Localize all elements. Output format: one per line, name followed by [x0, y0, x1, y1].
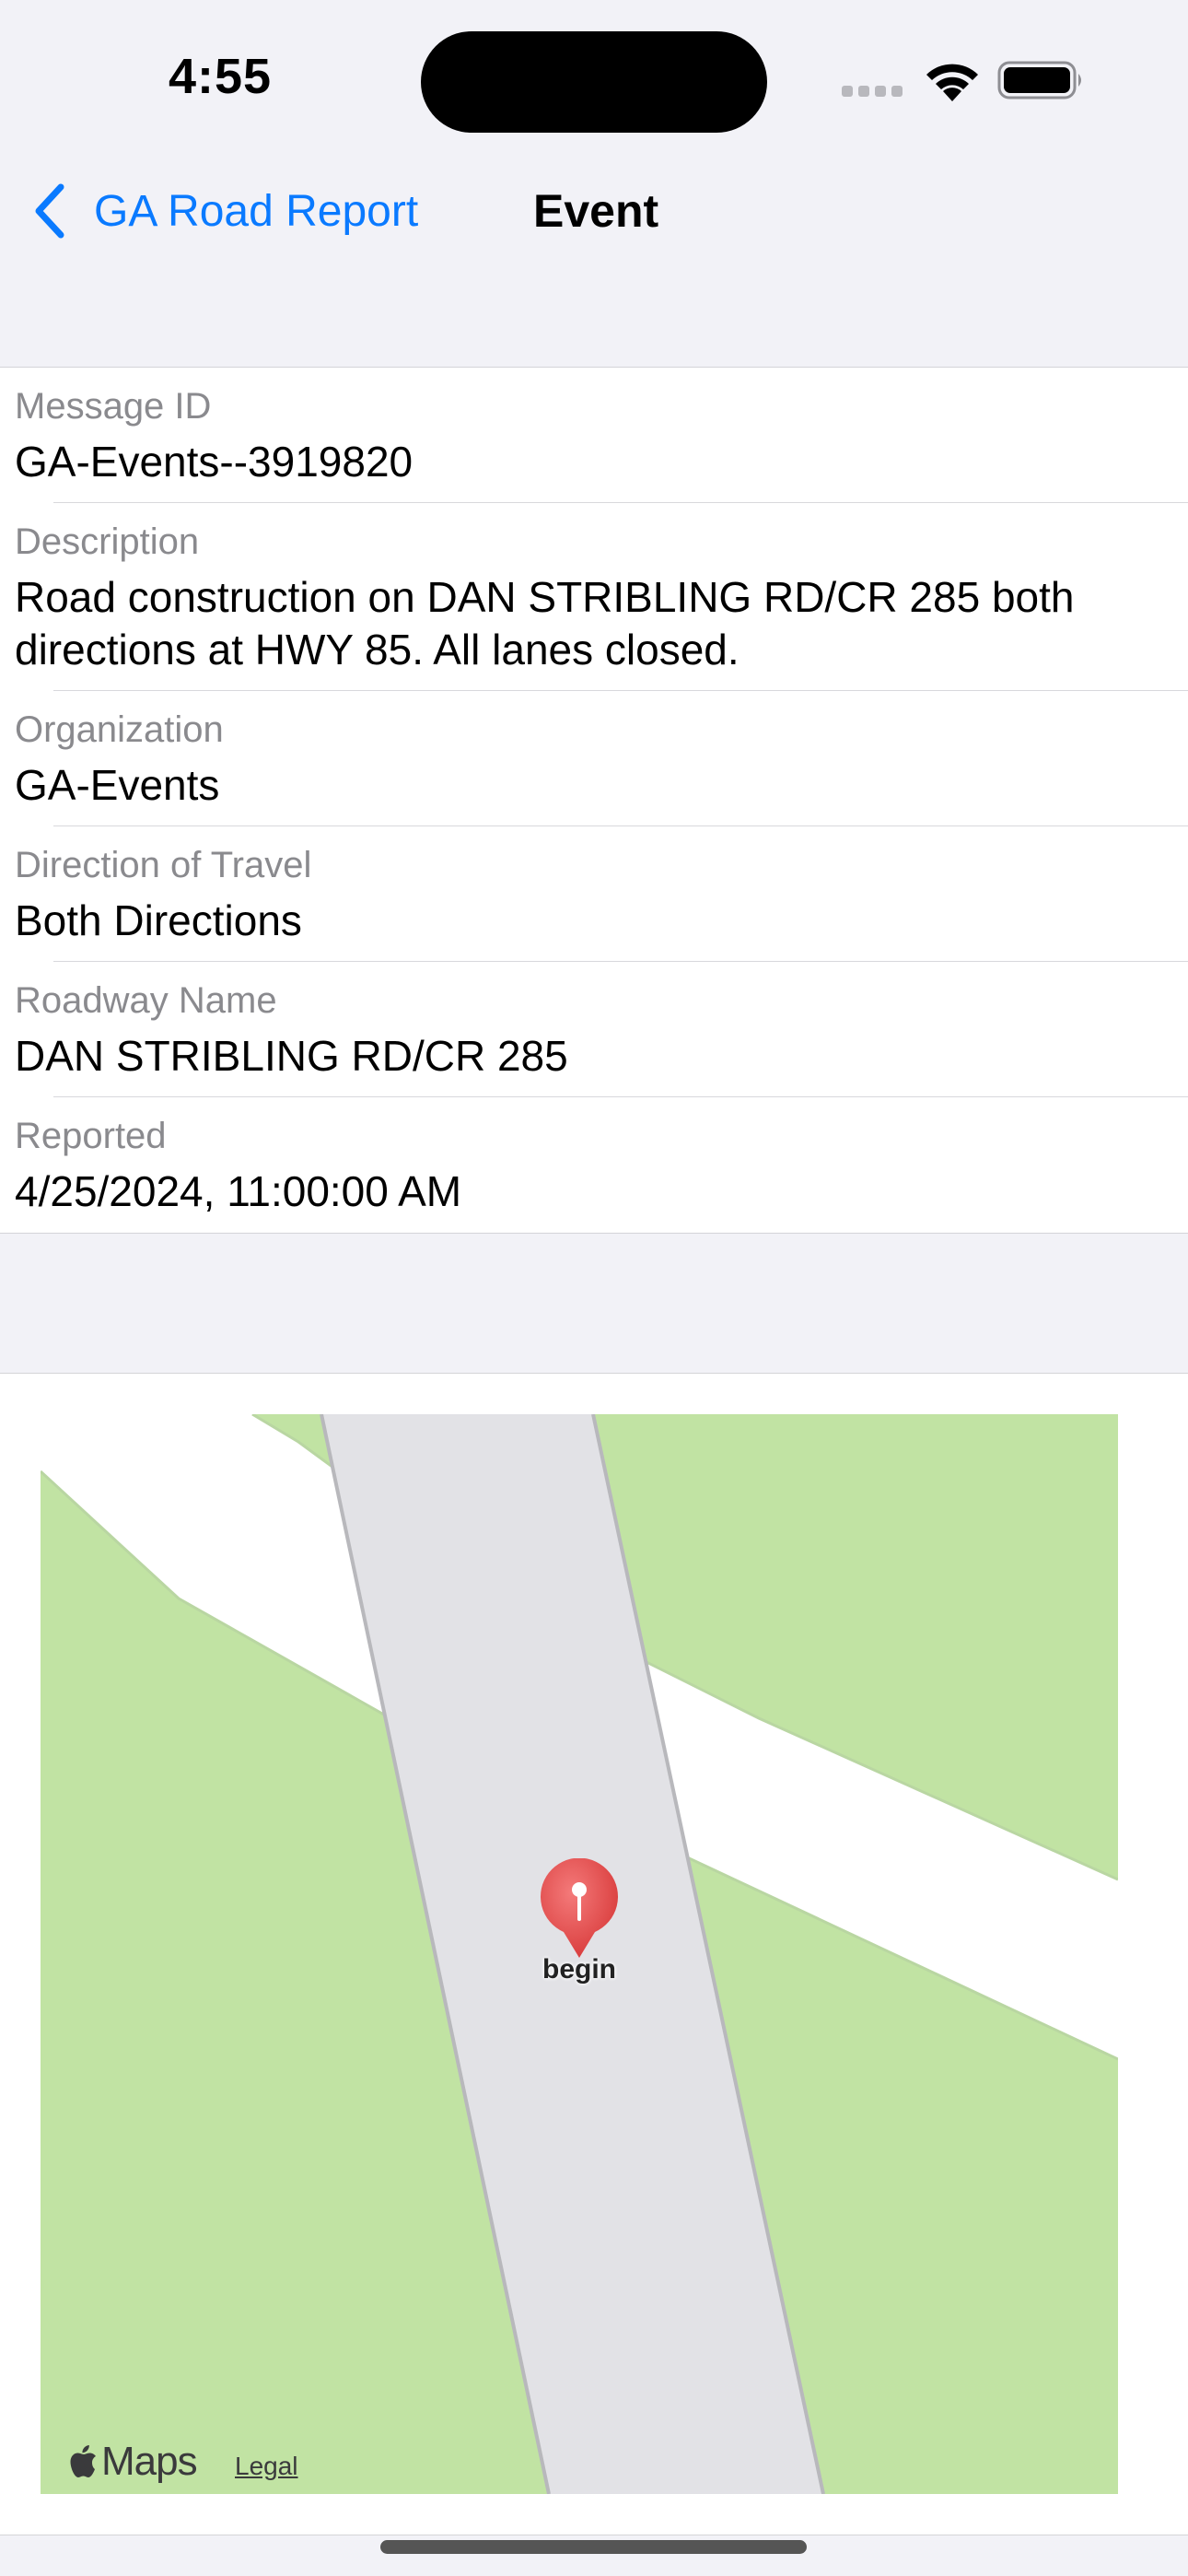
detail-value: GA-Events--3919820 — [15, 438, 413, 486]
detail-value: Road construction on DAN STRIBLING RD/CR… — [15, 573, 1075, 673]
dynamic-island — [421, 31, 767, 133]
detail-value: 4/25/2024, 11:00:00 AM — [15, 1167, 462, 1215]
home-indicator[interactable] — [380, 2540, 807, 2554]
apple-maps-logo: Maps — [68, 2439, 198, 2485]
wifi-icon — [926, 64, 978, 101]
detail-value: GA-Events — [15, 761, 220, 809]
event-detail-screen: 4:55 GA Road Report Event Message ID GA-… — [0, 0, 1188, 2576]
status-bar: 4:55 — [0, 0, 1188, 157]
detail-label: Reported — [15, 1116, 167, 1156]
detail-label: Organization — [15, 709, 224, 750]
back-button[interactable]: GA Road Report — [31, 179, 418, 243]
detail-row-reported: Reported 4/25/2024, 11:00:00 AM — [0, 1097, 1188, 1233]
detail-label: Message ID — [15, 386, 212, 427]
apple-icon — [70, 2445, 96, 2477]
detail-label: Roadway Name — [15, 980, 277, 1021]
status-time: 4:55 — [169, 49, 273, 104]
map-section: begin Maps Legal — [0, 1373, 1188, 2535]
chevron-left-icon — [35, 183, 64, 239]
back-button-label: GA Road Report — [94, 186, 419, 236]
cellular-signal-icon — [842, 86, 906, 99]
detail-label: Description — [15, 521, 200, 562]
event-details-list: Message ID GA-Events--3919820 Descriptio… — [0, 367, 1188, 1234]
detail-value: Both Directions — [15, 896, 302, 944]
map-pin-icon[interactable] — [538, 1858, 621, 1960]
maps-brand-label: Maps — [101, 2439, 198, 2484]
page-title: Event — [533, 185, 659, 237]
detail-row-direction: Direction of Travel Both Directions — [0, 826, 1188, 962]
detail-value: DAN STRIBLING RD/CR 285 — [15, 1032, 568, 1080]
detail-label: Direction of Travel — [15, 845, 312, 885]
event-map[interactable]: begin Maps Legal — [41, 1414, 1118, 2494]
battery-icon — [997, 61, 1081, 100]
navigation-bar: GA Road Report Event — [0, 157, 1188, 369]
detail-row-roadway: Roadway Name DAN STRIBLING RD/CR 285 — [0, 962, 1188, 1097]
detail-row-organization: Organization GA-Events — [0, 691, 1188, 826]
detail-row-description: Description Road construction on DAN STR… — [0, 503, 1188, 691]
legal-link[interactable]: Legal — [235, 2452, 298, 2481]
map-pin-label: begin — [542, 1954, 616, 1985]
detail-row-message-id: Message ID GA-Events--3919820 — [0, 368, 1188, 503]
